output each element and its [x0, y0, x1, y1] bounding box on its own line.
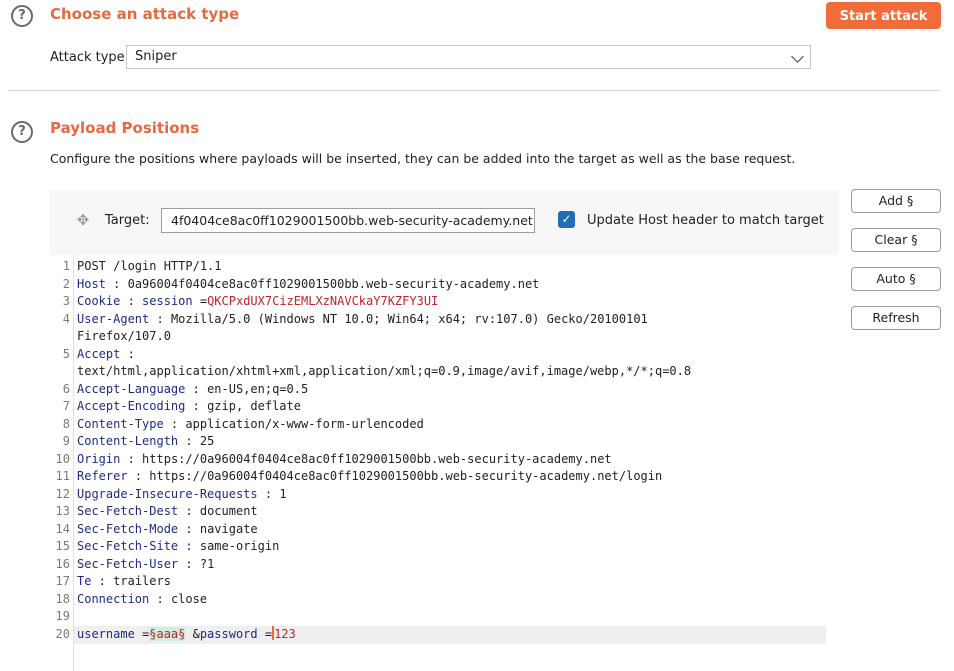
- request-line: 17 Te : trailers: [55, 574, 171, 588]
- chevron-down-icon: [791, 50, 804, 63]
- add-marker-button[interactable]: Add §: [851, 189, 941, 213]
- request-line: text/html,application/xhtml+xml,applicat…: [77, 364, 692, 378]
- help-icon[interactable]: ?: [11, 5, 33, 27]
- target-input[interactable]: 4f0404ce8ac0ff1029001500bb.web-security-…: [161, 208, 535, 233]
- request-line: 2 Host : 0a96004f0404ce8ac0ff1029001500bb…: [62, 277, 540, 291]
- request-line: 4 User-Agent : Mozilla/5.0 (Windows NT 10…: [62, 312, 648, 326]
- help-icon[interactable]: ?: [11, 121, 33, 143]
- request-line: 5 Accept :: [62, 347, 135, 361]
- attack-type-value: Sniper: [135, 49, 177, 64]
- request-line: 3 Cookie : session =QKCPxdUX7CizEMLXzNAVC…: [62, 294, 439, 308]
- request-line: 6 Accept-Language : en-US,en;q=0.5: [62, 382, 309, 396]
- request-line: Firefox/107.0: [77, 329, 171, 343]
- target-label: Target:: [105, 213, 150, 228]
- request-body-line: 20 username =§aaa§ &password = 123: [55, 626, 296, 641]
- request-line: 13 Sec-Fetch-Dest : document: [55, 504, 258, 518]
- request-line: 10 Origin : https://0a96004f0404ce8ac0ff1…: [55, 452, 612, 466]
- request-line: 9 Content-Length : 25: [62, 434, 215, 448]
- payload-marker: §aaa§: [149, 627, 186, 641]
- auto-marker-button[interactable]: Auto §: [851, 267, 941, 291]
- crosshair-icon: ✥: [76, 211, 90, 229]
- request-line: 1 POST /login HTTP/1.1: [62, 259, 222, 273]
- positions-description: Configure the positions where payloads w…: [50, 151, 796, 166]
- update-host-label: Update Host header to match target: [587, 213, 824, 228]
- request-line: 8 Content-Type : application/x-www-form-u…: [62, 417, 424, 431]
- request-line: 15 Sec-Fetch-Site : same-origin: [55, 539, 280, 553]
- request-line: 11 Referer : https://0a96004f0404ce8ac0ff…: [55, 469, 663, 483]
- attack-type-label: Attack type:: [50, 50, 130, 65]
- request-line: 18 Connection : close: [55, 592, 208, 606]
- attack-type-select[interactable]: Sniper: [126, 45, 811, 69]
- clear-marker-button[interactable]: Clear §: [851, 228, 941, 252]
- request-line: 16 Sec-Fetch-User : ?1: [55, 557, 215, 571]
- refresh-button[interactable]: Refresh: [851, 306, 941, 330]
- request-line: 14 Sec-Fetch-Mode : navigate: [55, 522, 258, 536]
- update-host-checkbox[interactable]: ✓: [558, 211, 575, 228]
- section-divider: [8, 90, 941, 91]
- attack-type-title: Choose an attack type: [50, 5, 240, 23]
- request-line: 19: [55, 609, 70, 623]
- request-line: 12 Upgrade-Insecure-Requests : 1: [55, 487, 287, 501]
- start-attack-button[interactable]: Start attack: [826, 2, 941, 29]
- payload-positions-title: Payload Positions: [50, 119, 200, 137]
- request-line: 7 Accept-Encoding : gzip, deflate: [62, 399, 301, 413]
